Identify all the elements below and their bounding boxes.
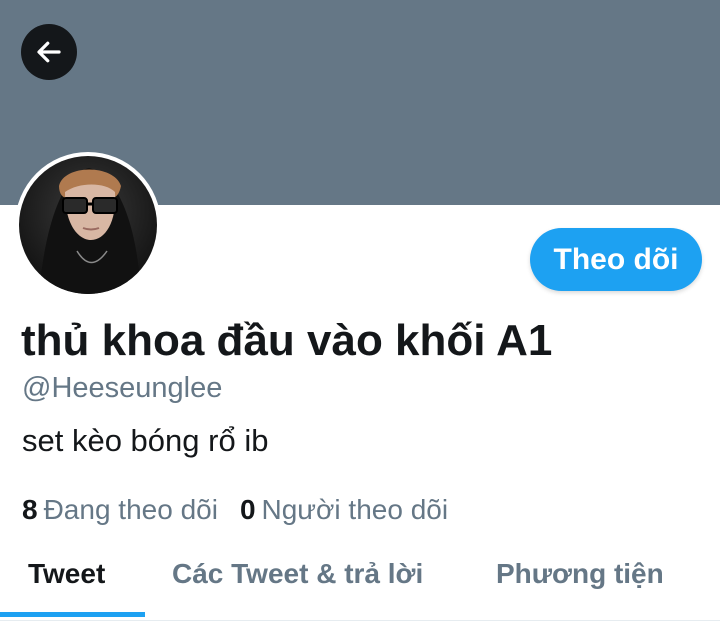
profile-stats: 8 Đang theo dõi 0 Người theo dõi — [22, 494, 448, 526]
tabs-divider — [0, 620, 720, 621]
tab-tweets[interactable]: Tweet — [28, 558, 105, 608]
tab-media[interactable]: Phương tiện — [496, 558, 664, 608]
following-stat[interactable]: 8 Đang theo dõi — [22, 494, 218, 526]
followers-count: 0 — [239, 494, 256, 525]
tab-tweets-and-replies[interactable]: Các Tweet & trả lời — [172, 558, 423, 608]
followers-stat[interactable]: 0 Người theo dõi — [240, 494, 448, 526]
avatar[interactable] — [15, 152, 161, 298]
arrow-left-icon — [34, 37, 64, 67]
user-bio: set kèo bóng rổ ib — [22, 423, 269, 458]
followers-label: Người theo dõi — [261, 494, 449, 525]
following-label: Đang theo dõi — [43, 494, 218, 525]
profile-tabs: Tweet Các Tweet & trả lời Phương tiện — [0, 548, 720, 618]
follow-button[interactable]: Theo dõi — [530, 228, 702, 291]
back-button[interactable] — [21, 24, 77, 80]
following-count: 8 — [22, 494, 38, 525]
active-tab-indicator — [0, 612, 145, 617]
display-name: thủ khoa đầu vào khối A1 — [21, 316, 553, 365]
user-handle: @Heeseunglee — [22, 372, 223, 404]
avatar-image — [19, 156, 157, 294]
